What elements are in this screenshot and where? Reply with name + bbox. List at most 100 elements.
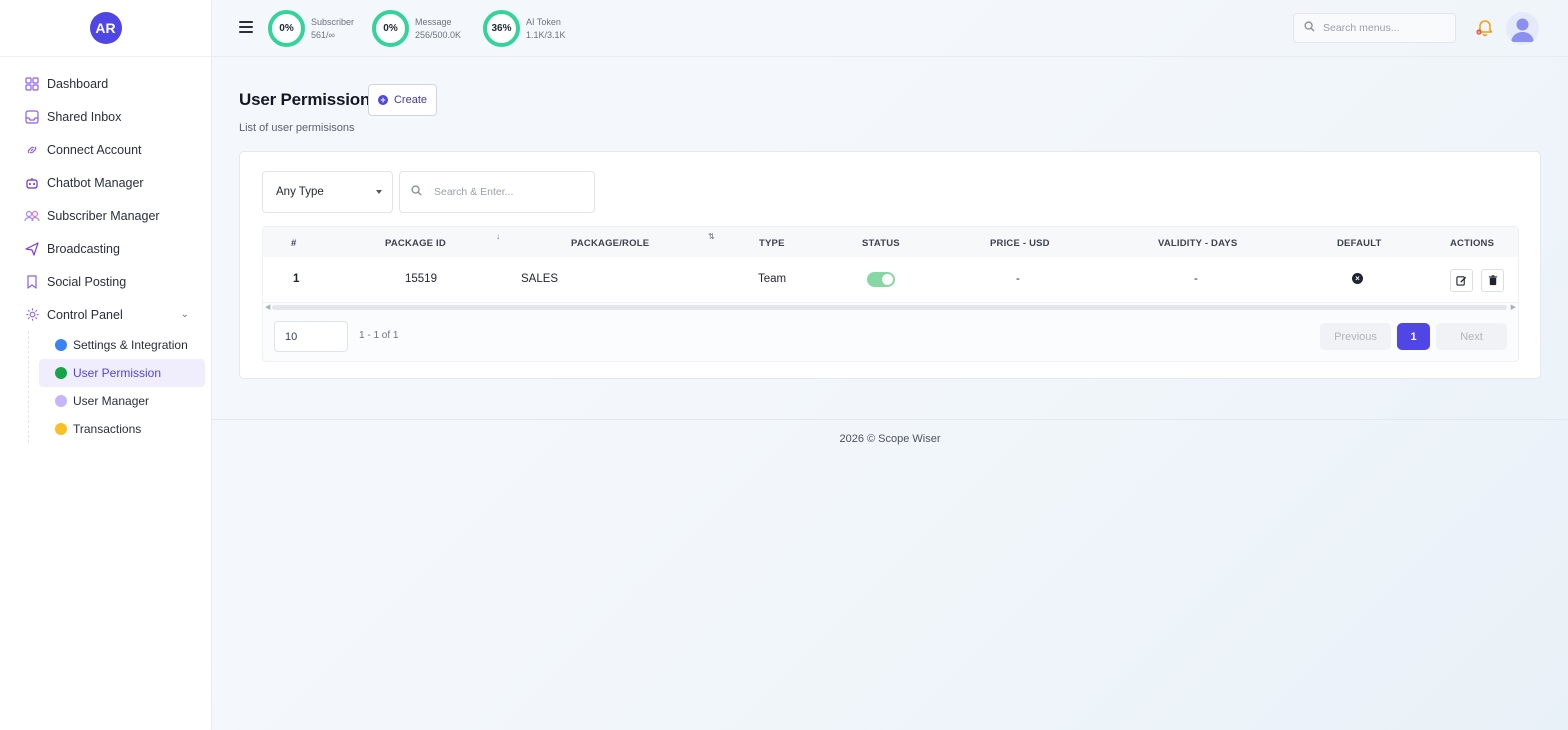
default-false-icon: × [1352, 273, 1363, 284]
search-icon [1304, 19, 1315, 37]
column-header-index[interactable]: # [291, 238, 296, 249]
sidebar-subitem-label: User Manager [73, 394, 150, 408]
next-page-button[interactable]: Next [1436, 323, 1507, 350]
trash-icon [1488, 275, 1497, 286]
create-button-label: Create [393, 94, 428, 106]
column-header-type[interactable]: TYPE [759, 238, 785, 249]
caret-down-icon [376, 190, 382, 194]
stat-value: 256/500.0K [415, 29, 462, 40]
sidebar-item-label: Broadcasting [47, 241, 120, 256]
column-header-price[interactable]: PRICE - USD [990, 238, 1050, 249]
sort-icon[interactable]: ⇅ [708, 232, 715, 241]
sidebar-item-connect-account[interactable]: Connect Account [0, 133, 211, 166]
sidebar-subitem-label: Transactions [73, 422, 142, 436]
stat-label: Message [415, 16, 452, 27]
send-icon [24, 241, 40, 257]
status-toggle[interactable] [867, 272, 895, 287]
sidebar-subitem-transactions[interactable]: Transactions [39, 415, 205, 443]
type-filter-value: Any Type [276, 186, 324, 198]
row-validity: - [1194, 273, 1198, 285]
link-icon [24, 142, 40, 158]
sidebar: AR Dashboard Shared Inbox Connect Accoun… [0, 0, 212, 730]
user-avatar[interactable] [1506, 12, 1539, 45]
bookmark-icon [24, 274, 40, 290]
topbar: 0% Subscriber 561/∞ 0% Message 256/500.0… [212, 0, 1568, 57]
page-subtitle: List of user permisisons [239, 122, 355, 134]
sidebar-item-label: Chatbot Manager [47, 175, 144, 190]
per-page-field [274, 321, 348, 352]
column-header-validity[interactable]: VALIDITY - DAYS [1158, 238, 1237, 249]
row-price: - [1016, 273, 1020, 285]
type-filter-select[interactable]: Any Type [262, 171, 393, 213]
sidebar-item-broadcasting[interactable]: Broadcasting [0, 232, 211, 265]
per-page-input[interactable] [285, 330, 340, 343]
page-title: User Permission [239, 90, 371, 109]
sort-desc-icon[interactable]: ↓ [496, 232, 500, 241]
sidebar-subitem-label: User Permission [73, 366, 162, 380]
sidebar-item-label: Dashboard [47, 76, 109, 91]
dashboard-icon [24, 76, 40, 92]
sidebar-item-dashboard[interactable]: Dashboard [0, 67, 211, 100]
chevron-down-icon[interactable]: ⌄ [181, 309, 189, 320]
search-icon [411, 183, 422, 201]
user-permission-icon [55, 367, 67, 379]
subscriber-progress-ring: 0% [268, 10, 305, 47]
create-button[interactable]: + Create [368, 84, 437, 116]
notification-bell-icon[interactable] [1475, 18, 1495, 38]
sidebar-item-shared-inbox[interactable]: Shared Inbox [0, 100, 211, 133]
sidebar-item-social-posting[interactable]: Social Posting [0, 265, 211, 298]
message-stat: 0% Message 256/500.0K [372, 10, 461, 47]
stat-label: Subscriber [311, 16, 355, 27]
stat-label: AI Token [526, 16, 561, 27]
sidebar-item-chatbot-manager[interactable]: Chatbot Manager [0, 166, 211, 199]
brand-avatar[interactable]: AR [89, 12, 122, 44]
edit-button[interactable] [1450, 269, 1473, 292]
sidebar-nav: Dashboard Shared Inbox Connect Account C… [0, 67, 211, 443]
ai-token-stat: 36% AI Token 1.1K/3.1K [483, 10, 566, 47]
sidebar-item-control-panel[interactable]: Control Panel ⌄ [0, 298, 211, 331]
robot-icon [24, 175, 40, 191]
sidebar-item-label: Connect Account [47, 142, 142, 157]
column-header-actions: ACTIONS [1450, 238, 1495, 249]
subscriber-stat: 0% Subscriber 561/∞ [268, 10, 354, 47]
plus-circle-icon: + [377, 95, 388, 105]
sidebar-item-label: Control Panel [47, 307, 123, 322]
page-1-button[interactable]: 1 [1397, 323, 1430, 350]
inbox-icon [24, 109, 40, 125]
table-row: 1 15519 SALES Team - - × [263, 257, 1518, 303]
table-search-input[interactable] [434, 186, 584, 198]
stat-value: 1.1K/3.1K [526, 29, 566, 40]
table-search [399, 171, 595, 213]
sidebar-item-subscriber-manager[interactable]: Subscriber Manager [0, 199, 211, 232]
sidebar-subitem-user-manager[interactable]: User Manager [39, 387, 205, 415]
permissions-table: # PACKAGE ID ↓ PACKAGE/ROLE ⇅ TYPE STATU… [262, 226, 1519, 362]
row-role: SALES [521, 273, 559, 285]
permissions-card: Any Type # PACKAGE ID ↓ PACKAGE/ROLE ⇅ T… [239, 151, 1541, 379]
column-header-package-role[interactable]: PACKAGE/ROLE [571, 238, 649, 249]
menu-search-input[interactable] [1323, 22, 1443, 34]
ai-token-progress-ring: 36% [483, 10, 520, 47]
pagination-range: 1 - 1 of 1 [359, 330, 399, 341]
previous-page-button[interactable]: Previous [1320, 323, 1391, 350]
column-header-package-id[interactable]: PACKAGE ID [385, 238, 446, 249]
sidebar-subitem-user-permission[interactable]: User Permission [39, 359, 205, 387]
brand-area: AR [0, 0, 211, 57]
row-package-id: 15519 [405, 273, 437, 285]
stat-value: 561/∞ [311, 29, 335, 40]
delete-button[interactable] [1481, 269, 1504, 292]
column-header-status[interactable]: STATUS [862, 238, 900, 249]
sidebar-subitem-settings-integration[interactable]: Settings & Integration [39, 331, 205, 359]
row-type: Team [758, 273, 787, 285]
menu-search [1293, 13, 1456, 43]
sidebar-item-label: Social Posting [47, 274, 127, 289]
menu-toggle-icon[interactable] [239, 21, 253, 33]
horizontal-scrollbar[interactable] [272, 305, 1507, 310]
scroll-right-icon[interactable]: ▶ [1511, 303, 1516, 311]
gear-icon [24, 307, 40, 323]
scroll-left-icon[interactable]: ◀ [265, 303, 270, 311]
table-header: # PACKAGE ID ↓ PACKAGE/ROLE ⇅ TYPE STATU… [263, 227, 1518, 257]
user-manager-icon [55, 395, 67, 407]
edit-icon [1456, 276, 1467, 286]
users-icon [24, 208, 40, 224]
column-header-default[interactable]: DEFAULT [1337, 238, 1382, 249]
